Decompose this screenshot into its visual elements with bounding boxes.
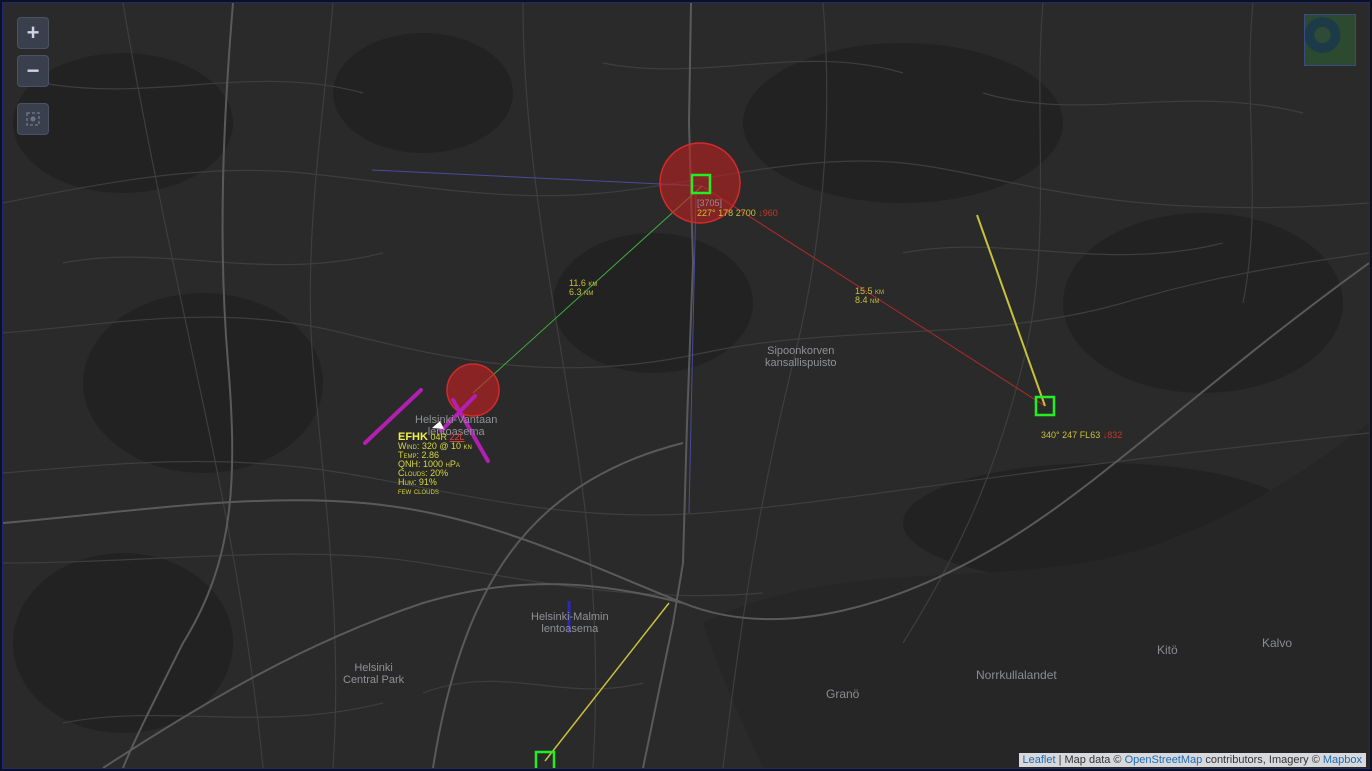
place-label-grano: Granö bbox=[826, 687, 860, 701]
vector-line-east bbox=[976, 214, 1046, 407]
place-label-kalvo: Kalvo bbox=[1262, 636, 1293, 650]
place-label-kito: Kitö bbox=[1157, 643, 1178, 657]
leaflet-link[interactable]: Leaflet bbox=[1023, 754, 1056, 766]
aircraft-2-altitude: FL63 bbox=[1079, 430, 1101, 440]
osm-link[interactable]: OpenStreetMap bbox=[1125, 754, 1203, 766]
zoom-in-button[interactable]: + bbox=[17, 17, 49, 49]
map-container[interactable]: + − Helsinki-Vantaan lentoasema Sipoonko… bbox=[2, 2, 1370, 769]
distance-1-nm: 6.3 nm bbox=[569, 287, 594, 297]
aircraft-label-2[interactable]: 340° 247 FL63 ↓832 bbox=[1041, 430, 1122, 440]
metar-desc: few clouds bbox=[398, 486, 439, 496]
aircraft-1-data: 227° 178 2700 ↓960 bbox=[697, 208, 778, 218]
metar-info: EFHK 04R 22L Wind: 320 @ 10 kn Temp: 2.8… bbox=[398, 432, 472, 496]
aircraft-label-1[interactable]: [3705] 227° 178 2700 ↓960 bbox=[697, 198, 778, 218]
aircraft-1-speed: 178 bbox=[718, 208, 734, 218]
aircraft-1-altitude: 2700 bbox=[735, 208, 756, 218]
mapbox-link[interactable]: Mapbox bbox=[1323, 754, 1362, 766]
zoom-out-button[interactable]: − bbox=[17, 55, 49, 87]
place-label-norrkullalandet: Norrkullalandet bbox=[976, 668, 1057, 682]
minimap[interactable] bbox=[1304, 14, 1356, 66]
aircraft-1-vertical-speed: ↓960 bbox=[758, 208, 778, 218]
place-label-sipoonkorven: Sipoonkorven kansallispuisto bbox=[765, 345, 837, 369]
attribution-text-2: contributors, Imagery © bbox=[1202, 754, 1323, 766]
track-line-west bbox=[371, 169, 703, 187]
aircraft-1-heading: 227° bbox=[697, 208, 716, 218]
distance-2-nm: 8.4 nm bbox=[855, 295, 880, 305]
range-circle-airport bbox=[446, 363, 500, 417]
distance-label-1: 11.6 km 6.3 nm bbox=[569, 279, 597, 297]
attribution-text-1: | Map data © bbox=[1055, 754, 1125, 766]
distance-label-2: 15.5 km 8.4 nm bbox=[855, 287, 884, 305]
aircraft-1-squawk: [3705] bbox=[697, 198, 723, 208]
map-attribution: Leaflet | Map data © OpenStreetMap contr… bbox=[1018, 753, 1366, 767]
place-label-helsinki-malmin: Helsinki-Malmin lentoasema bbox=[531, 611, 609, 635]
place-label-central-park: Helsinki Central Park bbox=[343, 662, 405, 686]
aircraft-2-vertical-speed: ↓832 bbox=[1102, 430, 1123, 440]
aircraft-2-heading: 340° bbox=[1041, 430, 1060, 440]
crosshair-icon bbox=[26, 112, 40, 126]
locate-button[interactable] bbox=[17, 103, 49, 135]
aircraft-2-speed: 247 bbox=[1062, 430, 1078, 440]
